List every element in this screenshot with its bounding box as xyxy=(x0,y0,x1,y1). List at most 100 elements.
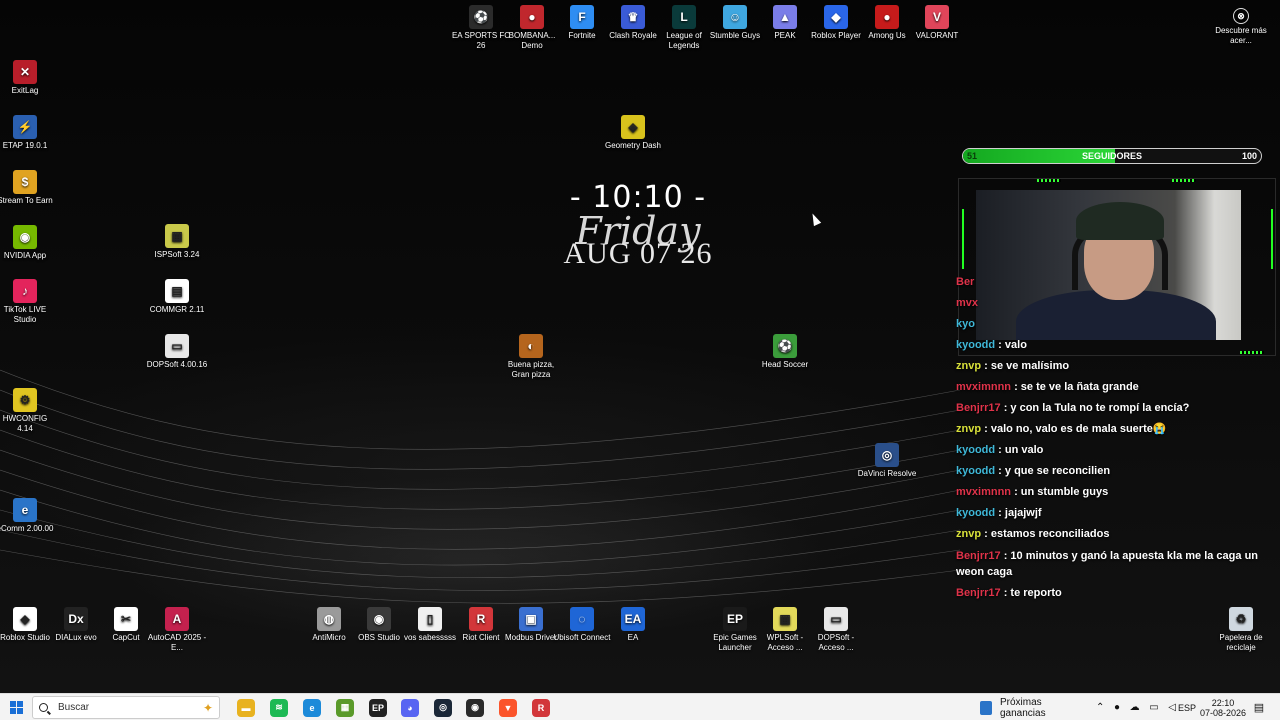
follower-goal-bar: 51 SEGUIDORES 100 xyxy=(962,148,1262,164)
shortcut-label: Head Soccer xyxy=(761,360,809,369)
chat-message-partial: kyo xyxy=(956,314,1280,335)
shortcut-label: ExitLag xyxy=(11,86,39,95)
discover-shortcut[interactable]: ⊗ Descubre más acer... xyxy=(1211,8,1271,46)
ubisoft-icon: ◌ xyxy=(570,607,594,631)
chat-message: znvp : se ve malísimo xyxy=(956,356,1280,377)
chat-username: Benjrr17 xyxy=(956,587,1001,599)
modbus-icon: ▣ xyxy=(519,607,543,631)
desktop-shortcut[interactable]: EA EA xyxy=(602,607,664,643)
clock-widget: - 10:10 - Friday AUG 07 26 xyxy=(540,180,736,271)
start-button[interactable] xyxy=(6,694,26,720)
chat-username: kyoodd xyxy=(956,507,996,519)
ecomm-icon: e xyxy=(13,498,37,522)
taskbar-date: 07-08-2026 xyxy=(1199,707,1247,718)
exitlag-icon: ✕ xyxy=(13,60,37,84)
taskbar-app[interactable]: ◉ xyxy=(462,694,488,720)
desktop-shortcut[interactable]: ◈ Geometry Dash xyxy=(602,115,664,151)
mouse-cursor xyxy=(808,211,822,227)
taskbar-app[interactable]: ▬ xyxy=(233,694,259,720)
league-icon: L xyxy=(672,5,696,29)
notifications-button[interactable]: ▤ xyxy=(1250,694,1268,720)
desktop-shortcut[interactable]: ⚙ HWCONFIG 4.14 xyxy=(0,388,56,434)
desktop-shortcut[interactable]: V VALORANT xyxy=(906,5,968,41)
shortcut-label: AutoCAD 2025 - E... xyxy=(147,633,207,652)
desktop-shortcut[interactable]: e eComm 2.00.00 xyxy=(0,498,56,534)
chat-message-partial: mvx xyxy=(956,293,1280,314)
edge-icon: e xyxy=(303,698,321,717)
bombana-icon: ● xyxy=(520,5,544,29)
etap-icon: ⚡ xyxy=(13,115,37,139)
chat-text: : valo xyxy=(995,339,1027,351)
chat-message: kyoodd : un valo xyxy=(956,440,1280,461)
desktop-shortcut[interactable]: ♪ TikTok LIVE Studio xyxy=(0,279,56,325)
system-tray[interactable]: ⌃ ● ☁ ▭ ◁ xyxy=(1096,694,1176,720)
chat-text: : estamos reconciliados xyxy=(981,528,1110,540)
desktop-shortcut[interactable]: ◎ DaVinci Resolve xyxy=(856,443,918,479)
obs-taskbar-icon: ◉ xyxy=(466,698,484,717)
desktop-shortcut[interactable]: ▭ DOPSoft - Acceso ... xyxy=(805,607,867,653)
desktop-shortcut[interactable]: $ Stream To Earn xyxy=(0,170,56,206)
desktop-shortcut[interactable]: ◉ NVIDIA App xyxy=(0,225,56,261)
desktop-shortcut[interactable]: ▤ COMMGR 2.11 xyxy=(146,279,208,315)
discover-label: Descubre más acer... xyxy=(1215,26,1267,45)
taskbar-app[interactable]: R xyxy=(528,694,554,720)
chat-username: kyoodd xyxy=(956,465,996,477)
taskbar-app[interactable]: ◎ xyxy=(430,694,456,720)
hwconfig-icon: ⚙ xyxy=(13,388,37,412)
stumble-guys-icon: ☺ xyxy=(723,5,747,29)
file-icon: ▯ xyxy=(418,607,442,631)
desktop-shortcut[interactable]: ▭ DOPSoft 4.00.16 xyxy=(146,334,208,370)
capcut-icon: ✂ xyxy=(114,607,138,631)
chat-message-partial: Ber xyxy=(956,272,1280,293)
chat-username: Ber xyxy=(956,276,975,288)
chat-username: znvp xyxy=(956,528,982,540)
peak-icon: ▲ xyxy=(773,5,797,29)
desktop-shortcut[interactable]: ♻ Papelera de reciclaje xyxy=(1210,607,1272,653)
chat-username: znvp xyxy=(956,423,982,435)
taskbar-clock[interactable]: 22:10 07-08-2026 xyxy=(1198,694,1248,720)
desktop-shortcut[interactable]: ▦ ISPSoft 3.24 xyxy=(146,224,208,260)
chat-message: mvximnnn : se te ve la ñata grande xyxy=(956,377,1280,398)
chat-username: kyoodd xyxy=(956,444,996,456)
shortcut-label: HWCONFIG 4.14 xyxy=(2,414,48,433)
ea-fc-icon: ⚽ xyxy=(469,5,493,29)
shortcut-label: ETAP 19.0.1 xyxy=(2,141,48,150)
chat-text: : 10 minutos y ganó la apuesta kla me la… xyxy=(956,550,1259,578)
geometry-dash-icon: ◈ xyxy=(621,115,645,139)
dopsoft-icon: ▭ xyxy=(165,334,189,358)
roblox-studio-icon: ◆ xyxy=(13,607,37,631)
taskbar-app[interactable]: ▼ xyxy=(495,694,521,720)
taskbar-app[interactable]: EP xyxy=(365,694,391,720)
desktop-shortcut[interactable]: ◐ Buena pizza, Gran pizza xyxy=(500,334,562,380)
taskbar-search[interactable]: Buscar ✦ xyxy=(32,696,220,719)
valorant-icon: V xyxy=(925,5,949,29)
stream-to-earn-icon: $ xyxy=(13,170,37,194)
shortcut-label: Stream To Earn xyxy=(0,196,53,205)
shortcut-label: DaVinci Resolve xyxy=(857,469,917,478)
taskbar-app[interactable]: ◕ xyxy=(397,694,423,720)
taskbar-app[interactable]: ≋ xyxy=(266,694,292,720)
obs-icon: ◉ xyxy=(367,607,391,631)
widgets-weather[interactable]: Próximas ganancias xyxy=(980,694,1090,720)
desktop-shortcut[interactable]: ✕ ExitLag xyxy=(0,60,56,96)
chat-text: : se ve malísimo xyxy=(981,360,1070,372)
shortcut-label: ISPSoft 3.24 xyxy=(154,250,200,259)
among-us-icon: ● xyxy=(875,5,899,29)
onedrive-icon: ☁ xyxy=(1129,702,1140,713)
head-soccer-icon: ⚽ xyxy=(773,334,797,358)
shortcut-label: eComm 2.00.00 xyxy=(0,524,54,533)
desktop-shortcut[interactable]: A AutoCAD 2025 - E... xyxy=(146,607,208,653)
dopsoft-shortcut-icon: ▭ xyxy=(824,607,848,631)
chat-message: Benjrr17 : 10 minutos y ganó la apuesta … xyxy=(956,545,1280,583)
desktop-shortcut[interactable]: ⚡ ETAP 19.0.1 xyxy=(0,115,56,151)
desktop-shortcut[interactable]: ⚽ Head Soccer xyxy=(754,334,816,370)
chat-username: kyoodd xyxy=(956,339,996,351)
antimicro-icon: ◍ xyxy=(317,607,341,631)
chat-username: kyo xyxy=(956,318,975,330)
language-indicator[interactable]: ESP xyxy=(1178,694,1196,720)
taskbar-app[interactable]: ▦ xyxy=(332,694,358,720)
stock-icon xyxy=(980,700,992,715)
chat-message: kyoodd : jajajwjf xyxy=(956,503,1280,524)
chat-username: Benjrr17 xyxy=(956,550,1001,562)
taskbar-app[interactable]: e xyxy=(299,694,325,720)
